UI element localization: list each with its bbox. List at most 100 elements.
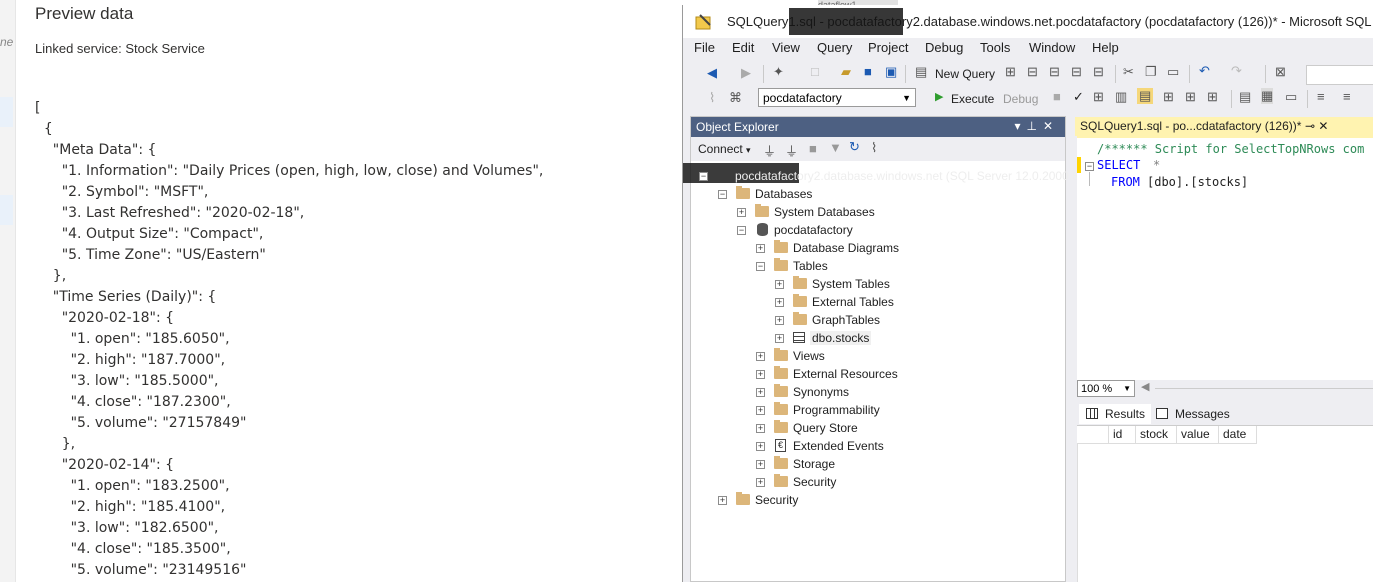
expand-icon[interactable]: +: [718, 496, 727, 505]
connect-icon[interactable]: ⌇: [709, 90, 715, 106]
expand-icon[interactable]: +: [756, 244, 765, 253]
redo-icon[interactable]: ↷: [1231, 63, 1242, 79]
tree-query-store-node[interactable]: + Query Store: [691, 420, 1065, 438]
menu-file[interactable]: File: [694, 40, 715, 55]
tree-graph-tables-node[interactable]: + GraphTables: [691, 312, 1065, 330]
new-project-icon[interactable]: ✦: [773, 64, 784, 80]
include-plan-icon[interactable]: ⊞: [1163, 89, 1174, 105]
expand-icon[interactable]: +: [756, 424, 765, 433]
results-grid[interactable]: id stock value date: [1077, 425, 1373, 582]
menu-query[interactable]: Query: [817, 40, 852, 55]
collapse-icon[interactable]: −: [756, 262, 765, 271]
connect-plug-icon[interactable]: ⏚: [763, 141, 776, 160]
results-to-grid-icon[interactable]: ▤: [1137, 88, 1154, 104]
tree-tables-node[interactable]: − Tables: [691, 258, 1065, 276]
forward-icon[interactable]: ▶: [741, 65, 751, 81]
add-item-icon[interactable]: □: [811, 64, 819, 79]
collapse-icon[interactable]: −: [699, 172, 708, 181]
change-connection-icon[interactable]: ⌘: [729, 90, 742, 106]
expand-icon[interactable]: +: [775, 316, 784, 325]
uncomment-icon[interactable]: ≡: [1343, 89, 1351, 104]
disconnect-icon[interactable]: ⏚: [785, 141, 798, 160]
tree-databases-node[interactable]: − Databases: [691, 186, 1065, 204]
live-stats-icon[interactable]: ⊞: [1185, 89, 1196, 105]
panel-controls[interactable]: ▾⊥✕: [1014, 119, 1059, 133]
display-plan-icon[interactable]: ⊞: [1093, 89, 1104, 105]
db-engine-query-icon[interactable]: ⊞: [1005, 64, 1016, 80]
menu-view[interactable]: View: [772, 40, 800, 55]
new-query-button[interactable]: New Query: [935, 67, 995, 81]
tree-stocks-table-node[interactable]: + dbo.stocks: [691, 330, 1065, 348]
tree-views-node[interactable]: + Views: [691, 348, 1065, 366]
dmx-query-icon[interactable]: ⊟: [1049, 64, 1060, 80]
save-icon[interactable]: ■: [864, 64, 872, 79]
expand-icon[interactable]: +: [775, 334, 784, 343]
tab-messages[interactable]: Messages: [1149, 404, 1236, 424]
tree-extended-events-node[interactable]: + € Extended Events: [691, 438, 1065, 456]
undo-icon[interactable]: ↶: [1199, 63, 1210, 79]
dax-query-icon[interactable]: ⊟: [1093, 64, 1104, 80]
expand-icon[interactable]: +: [737, 208, 746, 217]
tree-external-tables-node[interactable]: + External Tables: [691, 294, 1065, 312]
tab-sqlquery1[interactable]: SQLQuery1.sql - po...cdatafactory (126))…: [1075, 117, 1373, 136]
cut-icon[interactable]: ✂: [1123, 64, 1134, 80]
expand-icon[interactable]: +: [756, 460, 765, 469]
activity-monitor-icon[interactable]: ⊠: [1275, 64, 1286, 80]
expand-icon[interactable]: +: [756, 352, 765, 361]
stop-icon[interactable]: ■: [809, 141, 817, 156]
execute-icon[interactable]: ▶: [935, 90, 943, 103]
expand-icon[interactable]: +: [756, 478, 765, 487]
copy-icon[interactable]: ❐: [1145, 64, 1157, 80]
menu-project[interactable]: Project: [868, 40, 908, 55]
menu-edit[interactable]: Edit: [732, 40, 754, 55]
zoom-select[interactable]: 100 % ▼: [1077, 380, 1135, 397]
column-header-date[interactable]: date: [1219, 426, 1257, 444]
xmla-query-icon[interactable]: ⊟: [1071, 64, 1082, 80]
client-stats-icon[interactable]: ⊞: [1207, 89, 1218, 105]
refresh-icon[interactable]: ↻: [849, 139, 860, 155]
connect-button[interactable]: Connect ▾: [698, 142, 751, 156]
menu-window[interactable]: Window: [1029, 40, 1075, 55]
collapse-icon[interactable]: −: [737, 226, 746, 235]
tree-system-databases-node[interactable]: + System Databases: [691, 204, 1065, 222]
mdx-query-icon[interactable]: ⊟: [1027, 64, 1038, 80]
nav-highlight[interactable]: [0, 195, 13, 225]
tab-results[interactable]: Results: [1079, 404, 1152, 424]
new-query-icon[interactable]: ▤: [915, 64, 927, 80]
results-to-text-icon[interactable]: ▤: [1239, 89, 1251, 105]
tree-database-diagrams-node[interactable]: + Database Diagrams: [691, 240, 1065, 258]
tree-database-node[interactable]: − pocdatafactory: [691, 222, 1065, 240]
save-all-icon[interactable]: ▣: [885, 64, 897, 80]
open-file-icon[interactable]: ▰: [841, 64, 851, 80]
outline-collapse-icon[interactable]: −: [1085, 162, 1094, 171]
results-to-grid-active-icon[interactable]: ▦: [1261, 88, 1274, 104]
tree-storage-node[interactable]: + Storage: [691, 456, 1065, 474]
database-select[interactable]: pocdatafactory ▼: [758, 88, 916, 107]
scroll-left-icon[interactable]: ◀: [1141, 380, 1149, 393]
tree-synonyms-node[interactable]: + Synonyms: [691, 384, 1065, 402]
expand-icon[interactable]: +: [775, 298, 784, 307]
tree-server-node[interactable]: − pocdatafactory2.database.windows.net (…: [691, 168, 1079, 186]
filter-icon[interactable]: ▼: [829, 140, 842, 155]
menu-help[interactable]: Help: [1092, 40, 1119, 55]
menu-debug[interactable]: Debug: [925, 40, 963, 55]
find-box[interactable]: [1306, 65, 1373, 85]
collapse-icon[interactable]: −: [718, 190, 727, 199]
expand-icon[interactable]: +: [756, 406, 765, 415]
expand-icon[interactable]: +: [775, 280, 784, 289]
cancel-query-icon[interactable]: ■: [1053, 89, 1061, 104]
tree-external-resources-node[interactable]: + External Resources: [691, 366, 1065, 384]
back-icon[interactable]: ◀: [707, 65, 717, 81]
results-to-file-icon[interactable]: ▭: [1285, 89, 1297, 105]
tree-system-tables-node[interactable]: + System Tables: [691, 276, 1065, 294]
debug-button[interactable]: Debug: [1003, 92, 1038, 106]
horizontal-scrollbar[interactable]: [1155, 388, 1373, 389]
menu-tools[interactable]: Tools: [980, 40, 1010, 55]
query-designer-icon[interactable]: ▥: [1115, 89, 1127, 105]
tree-server-security-node[interactable]: + Security: [691, 492, 1065, 510]
activity-icon[interactable]: ⌇: [871, 140, 877, 156]
tree-db-security-node[interactable]: + Security: [691, 474, 1065, 492]
execute-button[interactable]: Execute: [951, 92, 994, 106]
column-header-id[interactable]: id: [1109, 426, 1136, 444]
column-header-stock[interactable]: stock: [1136, 426, 1177, 444]
